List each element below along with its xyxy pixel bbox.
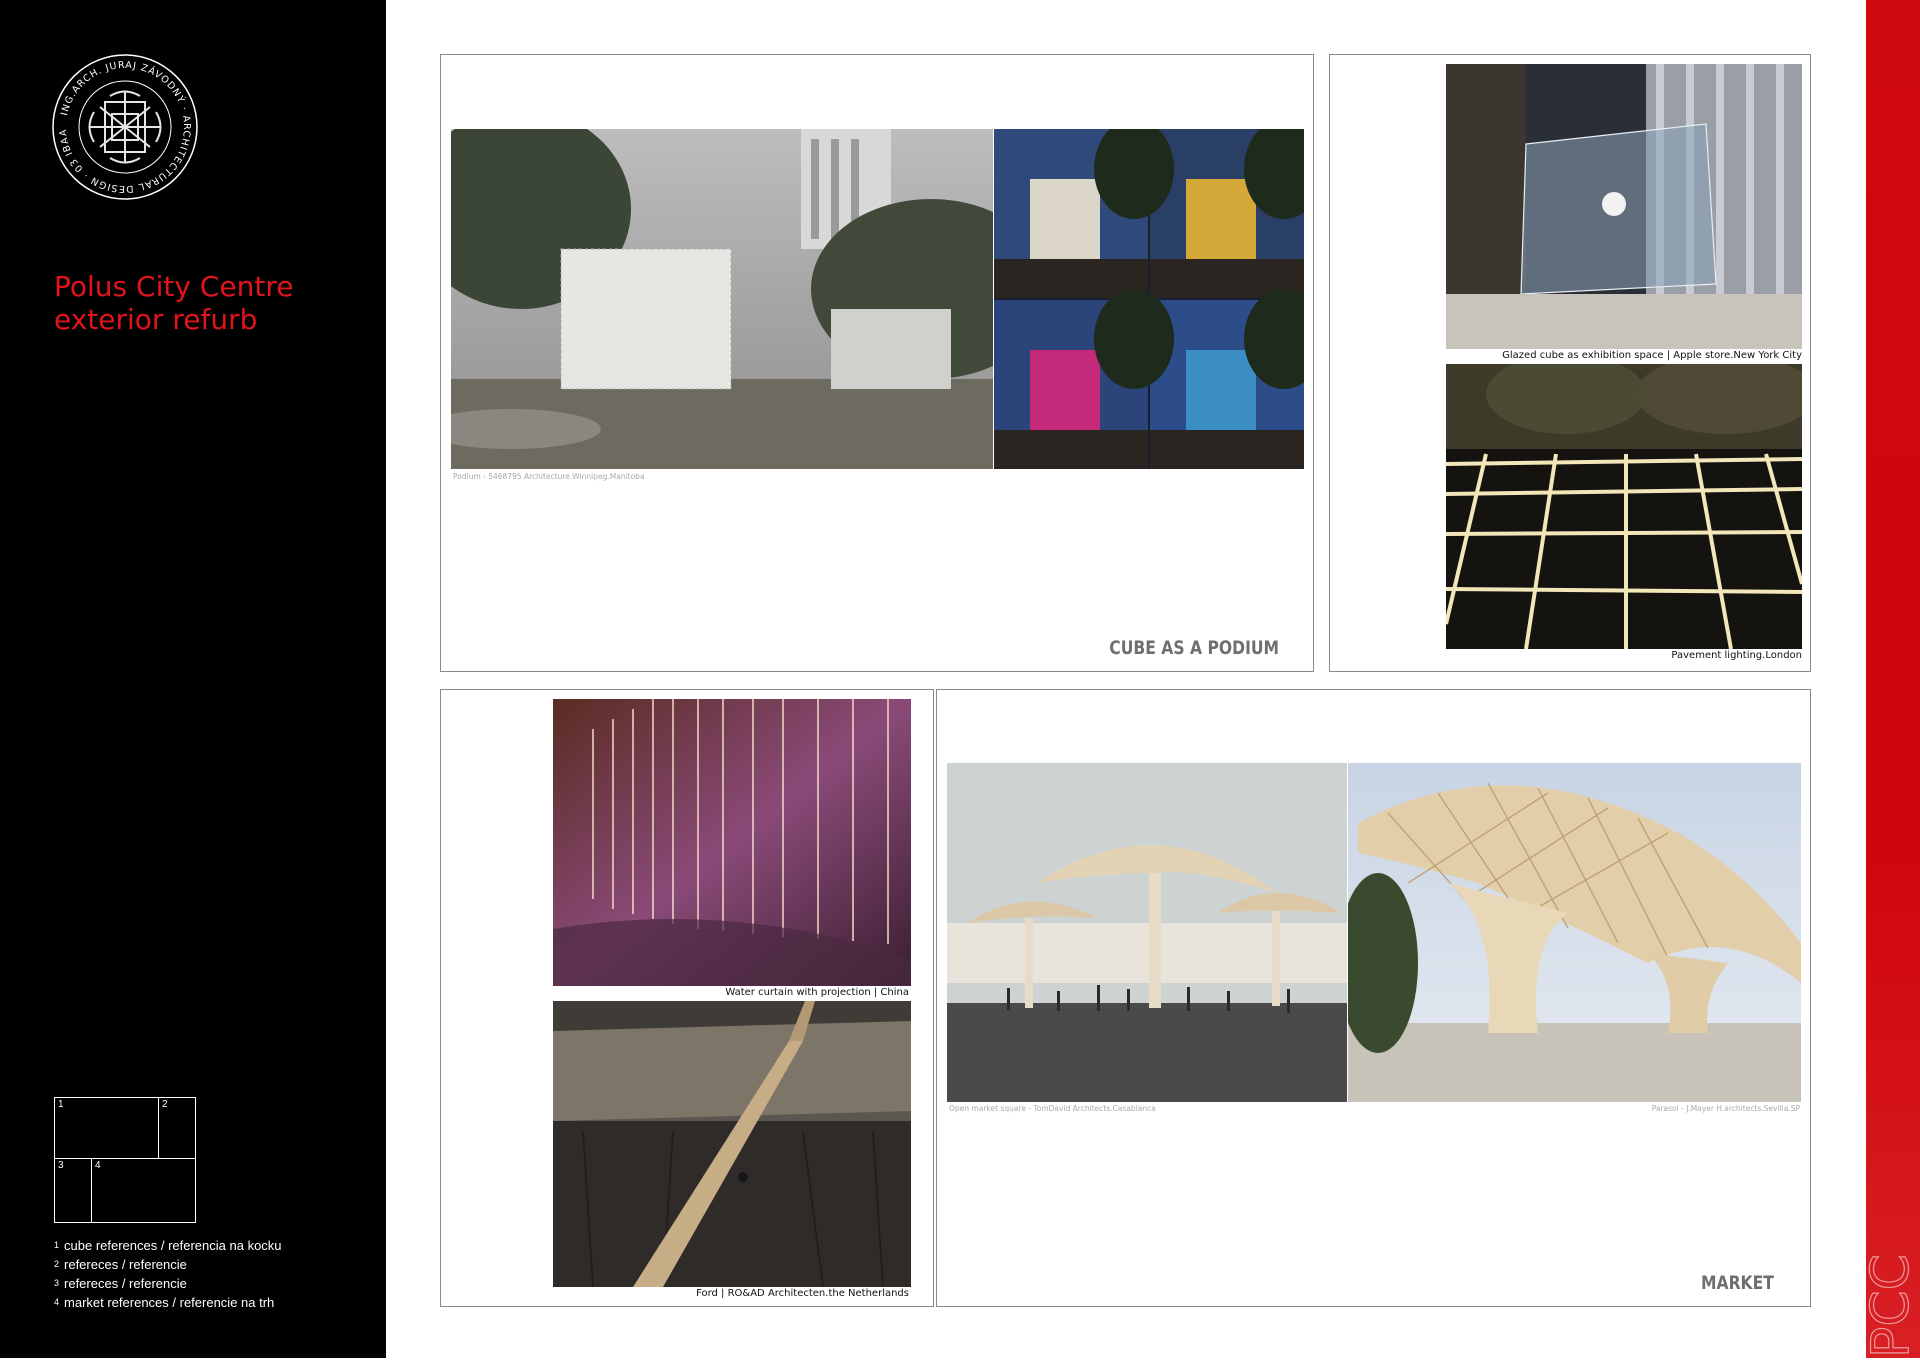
red-side-bar xyxy=(1866,0,1920,1358)
panel-market: Open market square - TomDavid Architects… xyxy=(936,689,1811,1307)
studio-logo: ING.ARCH. JURAJ ZÁVODNÝ · ARCHITECTURAL … xyxy=(46,44,200,202)
caption-water-curtain: Water curtain with projection | China xyxy=(725,987,909,998)
layout-legend-grid: 1 2 3 4 xyxy=(54,1097,196,1223)
panel-references-3: Water curtain with projection | China Fo… xyxy=(440,689,934,1307)
legend-item-text: cube references / referencia na kocku xyxy=(64,1238,282,1253)
legend-cell-1: 1 xyxy=(54,1097,159,1159)
legend-item-text: refereces / referencie xyxy=(64,1276,187,1291)
legend-item: 4 market references / referencie na trh xyxy=(54,1293,282,1312)
knot-emblem-icon: ING.ARCH. JURAJ ZÁVODNÝ · ARCHITECTURAL … xyxy=(46,44,198,200)
legend-item: 1 cube references / referencia na kocku xyxy=(54,1236,282,1255)
caption-pavement: Pavement lighting.London xyxy=(1671,650,1802,661)
legend-cell-2: 2 xyxy=(158,1097,196,1159)
legend-item-num: 3 xyxy=(54,1278,60,1288)
legend-cell-3: 3 xyxy=(54,1158,92,1223)
legend-item-num: 2 xyxy=(54,1259,60,1269)
panel-references-2: Glazed cube as exhibition space | Apple … xyxy=(1329,54,1811,672)
section-title-market: MARKET xyxy=(1701,1272,1774,1294)
photo-podium-lit-grid xyxy=(994,129,1304,469)
photo-moses-bridge xyxy=(553,1001,911,1287)
project-title: Polus City Centre exterior refurb xyxy=(54,270,293,336)
legend-item-text: refereces / referencie xyxy=(64,1257,187,1272)
caption-ford: Ford | RO&AD Architecten.the Netherlands xyxy=(696,1288,909,1299)
photo-open-market-square xyxy=(947,763,1347,1102)
legend-item-text: market references / referencie na trh xyxy=(64,1295,275,1310)
legend-item-num: 4 xyxy=(54,1297,60,1307)
legend-list: 1 cube references / referencia na kocku 2… xyxy=(54,1236,282,1312)
caption-apple-store: Glazed cube as exhibition space | Apple … xyxy=(1502,350,1802,361)
caption-parasol: Parasol - J.Mayer H.architects.Sevilla.S… xyxy=(1651,1104,1800,1113)
legend-cell-4: 4 xyxy=(91,1158,196,1223)
legend-item: 3 refereces / referencie xyxy=(54,1274,282,1293)
legend-cell-label: 3 xyxy=(58,1160,64,1171)
caption-open-market: Open market square - TomDavid Architects… xyxy=(949,1104,1156,1113)
sidebar: ING.ARCH. JURAJ ZÁVODNÝ · ARCHITECTURAL … xyxy=(0,0,386,1358)
legend-cell-label: 4 xyxy=(95,1160,101,1171)
legend-cell-label: 1 xyxy=(58,1099,64,1110)
project-title-line2: exterior refurb xyxy=(54,303,258,336)
photo-pavement-lighting xyxy=(1446,364,1802,649)
legend-cell-label: 2 xyxy=(162,1099,168,1110)
caption-podium: Podium - 5468795 Architecture.Winnipeg.M… xyxy=(453,472,645,481)
section-title-cube: CUBE AS A PODIUM xyxy=(1109,637,1279,659)
legend-item: 2 refereces / referencie xyxy=(54,1255,282,1274)
photo-water-curtain xyxy=(553,699,911,986)
photo-apple-store-cube xyxy=(1446,64,1802,349)
panel-cube-podium: Podium - 5468795 Architecture.Winnipeg.M… xyxy=(440,54,1314,672)
photo-podium-park xyxy=(451,129,993,469)
photo-metropol-parasol xyxy=(1348,763,1801,1102)
legend-item-num: 1 xyxy=(54,1240,60,1250)
project-title-line1: Polus City Centre xyxy=(54,270,294,303)
svg-text:PCC: PCC xyxy=(1868,1254,1918,1358)
pcc-side-mark: PCC xyxy=(1860,1218,1920,1358)
